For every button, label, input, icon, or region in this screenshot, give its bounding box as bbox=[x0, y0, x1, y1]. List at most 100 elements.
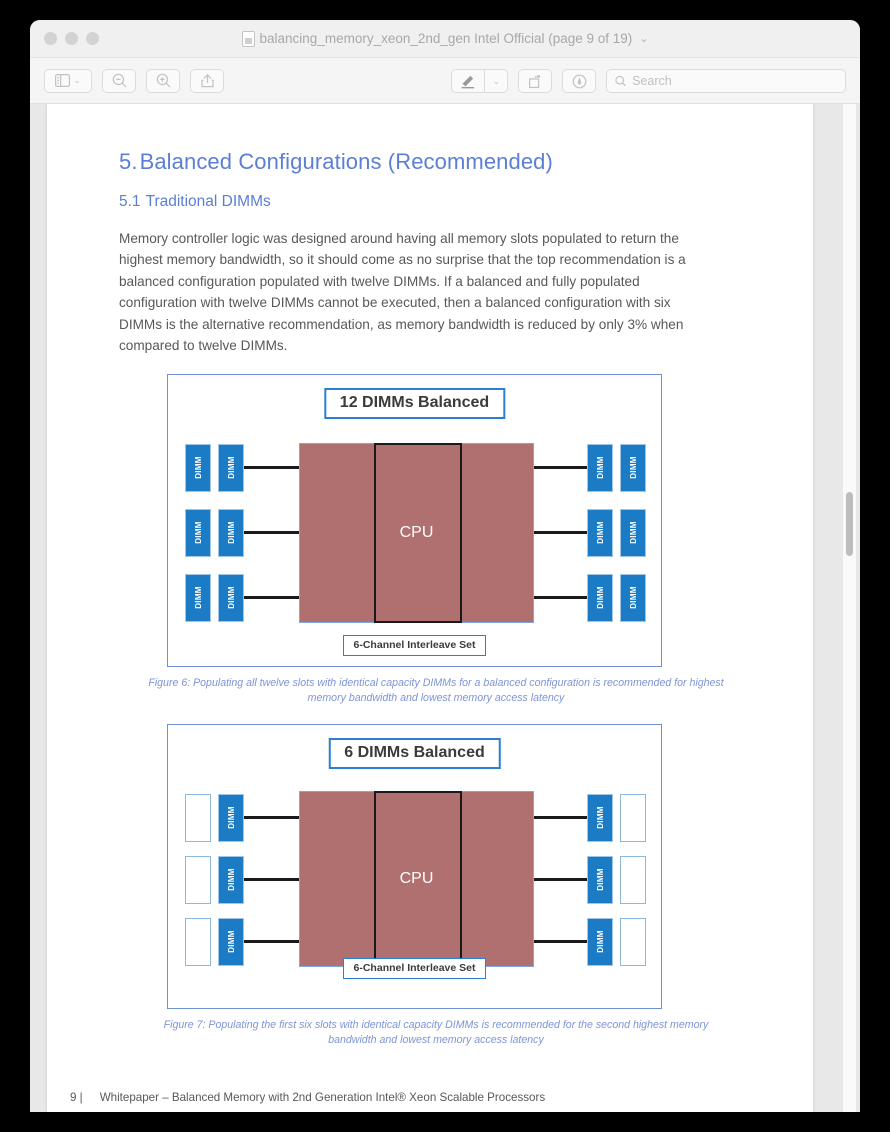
footer-text: Whitepaper – Balanced Memory with 2nd Ge… bbox=[99, 1091, 546, 1104]
dimm-slot: DIMM bbox=[620, 443, 646, 492]
dimm-label: DIMM bbox=[595, 930, 605, 954]
section-title: Balanced Configurations (Recommended) bbox=[139, 149, 553, 174]
wire bbox=[244, 939, 300, 943]
figure-7-caption: Figure 7: Populating the first six slots… bbox=[163, 1018, 709, 1046]
markup-dropdown-button[interactable]: ⌄ bbox=[484, 69, 508, 93]
dimm-label: DIMM bbox=[226, 456, 236, 480]
section-heading: 5. Balanced Configurations (Recommended) bbox=[119, 149, 753, 175]
scrollbar-thumb[interactable] bbox=[846, 492, 853, 556]
dimm-label: DIMM bbox=[193, 521, 203, 545]
subsection-title: Traditional DIMMs bbox=[145, 193, 271, 210]
dimm-label: DIMM bbox=[595, 456, 605, 480]
traffic-lights bbox=[44, 32, 99, 45]
dimm-slot: DIMM bbox=[185, 573, 211, 622]
dimm-slot: DIMM bbox=[587, 508, 613, 557]
vertical-scrollbar[interactable] bbox=[843, 104, 856, 1112]
dimm-label: DIMM bbox=[193, 586, 203, 610]
wire bbox=[244, 815, 300, 819]
dimm-label: DIMM bbox=[226, 806, 236, 830]
wire bbox=[533, 530, 589, 534]
zoom-in-button[interactable] bbox=[146, 68, 180, 93]
dimm-slot-empty bbox=[620, 917, 646, 966]
interleave-label: 6-Channel Interleave Set bbox=[342, 957, 487, 979]
pdf-viewer-window: balancing_memory_xeon_2nd_gen Intel Offi… bbox=[30, 20, 860, 1112]
wire bbox=[533, 465, 589, 469]
figure-6: 12 DIMMs Balanced DIMM DIMM DIMM DIMM DI… bbox=[119, 373, 753, 706]
pdf-viewer-area[interactable]: 5. Balanced Configurations (Recommended)… bbox=[30, 104, 860, 1112]
dimm-slot: DIMM bbox=[587, 443, 613, 492]
dimm-label: DIMM bbox=[595, 806, 605, 830]
annotate-button[interactable] bbox=[562, 69, 596, 93]
dimm-label: DIMM bbox=[595, 586, 605, 610]
figure-6-diagram: 12 DIMMs Balanced DIMM DIMM DIMM DIMM DI… bbox=[167, 373, 662, 667]
chevron-down-icon[interactable]: ⌄ bbox=[492, 76, 500, 86]
cpu-block: CPU bbox=[299, 442, 534, 623]
figure-7-badge: 6 DIMMs Balanced bbox=[328, 737, 501, 769]
figure-6-caption: Figure 6: Populating all twelve slots wi… bbox=[148, 676, 724, 704]
dimm-label: DIMM bbox=[628, 586, 638, 610]
wire bbox=[244, 877, 300, 881]
dimm-slot: DIMM bbox=[218, 573, 244, 622]
window-title-text: balancing_memory_xeon_2nd_gen Intel Offi… bbox=[259, 31, 633, 46]
dimm-slot: DIMM bbox=[185, 508, 211, 557]
wire bbox=[533, 877, 589, 881]
wire bbox=[533, 815, 589, 819]
sidebar-toggle-button[interactable]: ⌄ bbox=[44, 68, 92, 93]
rotate-button[interactable] bbox=[518, 69, 552, 93]
dimm-slot: DIMM bbox=[218, 793, 244, 842]
close-button[interactable] bbox=[44, 32, 57, 45]
title-bar: balancing_memory_xeon_2nd_gen Intel Offi… bbox=[30, 20, 860, 58]
wire bbox=[533, 939, 589, 943]
share-button[interactable] bbox=[190, 68, 224, 93]
dimm-slot-empty bbox=[620, 793, 646, 842]
wire bbox=[244, 595, 300, 599]
dimm-label: DIMM bbox=[595, 868, 605, 892]
dimm-slot: DIMM bbox=[185, 443, 211, 492]
dimm-label: DIMM bbox=[193, 456, 203, 480]
subsection-number: 5.1 bbox=[119, 193, 141, 210]
dimm-slot-empty bbox=[185, 855, 211, 904]
minimize-button[interactable] bbox=[65, 32, 78, 45]
cpu-block: CPU bbox=[299, 790, 534, 967]
dimm-slot: DIMM bbox=[587, 917, 613, 966]
dimm-slot: DIMM bbox=[587, 573, 613, 622]
wire bbox=[244, 530, 300, 534]
search-field[interactable] bbox=[606, 69, 846, 93]
chevron-down-icon[interactable]: ⌄ bbox=[73, 76, 81, 85]
figure-7: 6 DIMMs Balanced DIMM DIMM DIMM DIMM DIM… bbox=[119, 723, 753, 1048]
dimm-slot: DIMM bbox=[620, 508, 646, 557]
markup-button[interactable] bbox=[451, 69, 485, 93]
dimm-slot: DIMM bbox=[620, 573, 646, 622]
dimm-slot: DIMM bbox=[587, 855, 613, 904]
body-paragraph: Memory controller logic was designed aro… bbox=[119, 231, 686, 354]
dimm-label: DIMM bbox=[226, 586, 236, 610]
dimm-label: DIMM bbox=[226, 521, 236, 545]
search-input[interactable] bbox=[632, 74, 837, 88]
toolbar: ⌄ ⌄ Search bbox=[30, 58, 860, 104]
dimm-slot: DIMM bbox=[218, 917, 244, 966]
maximize-button[interactable] bbox=[86, 32, 99, 45]
dimm-slot: DIMM bbox=[218, 443, 244, 492]
dimm-slot: DIMM bbox=[587, 793, 613, 842]
interleave-label: 6-Channel Interleave Set bbox=[342, 634, 487, 656]
section-number: 5. bbox=[119, 149, 138, 174]
cpu-label: CPU bbox=[399, 869, 434, 887]
page-footer: 9 | Whitepaper – Balanced Memory with 2n… bbox=[47, 1091, 813, 1104]
wire bbox=[244, 465, 300, 469]
dimm-label: DIMM bbox=[226, 868, 236, 892]
pdf-page: 5. Balanced Configurations (Recommended)… bbox=[47, 104, 813, 1112]
dimm-label: DIMM bbox=[628, 456, 638, 480]
dimm-slot: DIMM bbox=[218, 855, 244, 904]
dimm-slot-empty bbox=[185, 793, 211, 842]
zoom-out-button[interactable] bbox=[102, 68, 136, 93]
cpu-label: CPU bbox=[399, 523, 434, 541]
window-title: balancing_memory_xeon_2nd_gen Intel Offi… bbox=[30, 30, 860, 47]
document-icon bbox=[241, 30, 255, 47]
dimm-label: DIMM bbox=[595, 521, 605, 545]
wire bbox=[533, 595, 589, 599]
search-icon bbox=[615, 75, 626, 87]
figure-6-badge: 12 DIMMs Balanced bbox=[323, 387, 506, 419]
figure-7-diagram: 6 DIMMs Balanced DIMM DIMM DIMM DIMM DIM… bbox=[167, 723, 662, 1009]
chevron-down-icon[interactable]: ⌄ bbox=[639, 32, 648, 45]
dimm-label: DIMM bbox=[628, 521, 638, 545]
